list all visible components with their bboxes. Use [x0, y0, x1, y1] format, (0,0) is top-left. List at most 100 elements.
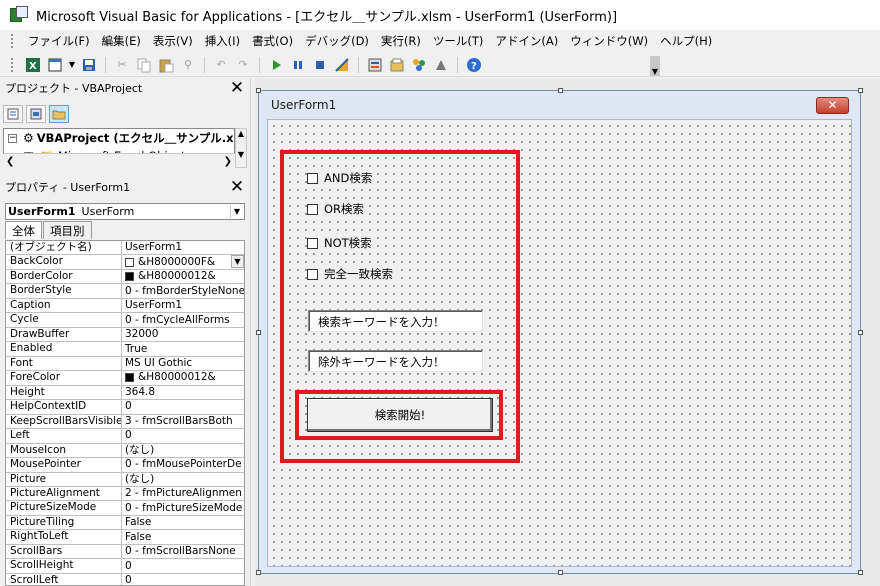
property-value[interactable]: False [122, 530, 244, 543]
property-value[interactable]: 0 - fmPictureSizeMode [122, 501, 244, 514]
userform-close-icon[interactable]: ✕ [816, 97, 849, 114]
chevron-down-icon[interactable]: ▼ [230, 205, 243, 218]
property-row[interactable]: ScrollHeight 0 [6, 559, 244, 574]
copy-icon[interactable] [135, 56, 153, 74]
menu-grip[interactable] [10, 33, 14, 49]
property-value[interactable]: (なし) [122, 473, 244, 486]
property-row[interactable]: Cycle 0 - fmCycleAllForms [6, 313, 244, 328]
menu-tools[interactable]: ツール(T) [427, 33, 490, 49]
scroll-left-icon[interactable]: ❮ [6, 156, 14, 167]
tree-item-vbaproject[interactable]: − ⚙ VBAProject (エクセル＿サンプル.xls [4, 129, 234, 147]
search-keyword-input[interactable]: 検索キーワードを入力！ [308, 310, 483, 332]
scroll-down-icon[interactable]: ▼ [236, 150, 246, 159]
exclude-keyword-input[interactable]: 除外キーワードを入力！ [308, 350, 483, 372]
insert-icon[interactable] [46, 56, 64, 74]
resize-handle[interactable] [256, 330, 261, 335]
chevron-down-icon[interactable]: ▼ [231, 255, 244, 269]
property-value[interactable]: &H80000012& [122, 371, 244, 384]
property-value[interactable]: 2 - fmPictureAlignmen [122, 487, 244, 500]
property-row[interactable]: MousePointer 0 - fmMousePointerDe [6, 458, 244, 473]
redo-icon[interactable]: ↷ [234, 56, 252, 74]
property-value[interactable]: False [122, 516, 244, 529]
excel-icon[interactable]: X [24, 56, 42, 74]
checkbox-exact-match[interactable]: 完全一致検索 [307, 266, 397, 282]
property-value[interactable]: &H8000000F& ▼ [122, 255, 244, 269]
search-start-button[interactable]: 検索開始! [307, 398, 493, 432]
save-icon[interactable] [80, 56, 98, 74]
scroll-up-icon[interactable]: ▲ [236, 129, 246, 138]
property-value[interactable]: MS UI Gothic [122, 357, 244, 370]
property-value[interactable]: 0 [122, 400, 244, 413]
toolbox-icon[interactable] [432, 56, 450, 74]
property-row[interactable]: RightToLeft False [6, 530, 244, 545]
property-row[interactable]: ForeColor &H80000012& [6, 371, 244, 386]
property-value[interactable]: 0 - fmMousePointerDe [122, 458, 244, 471]
properties-icon[interactable] [388, 56, 406, 74]
property-row[interactable]: BorderColor &H80000012& [6, 269, 244, 285]
toolbar-options-icon[interactable]: ▼ [650, 56, 660, 76]
design-mode-icon[interactable] [333, 56, 351, 74]
property-row[interactable]: BorderStyle 0 - fmBorderStyleNone [6, 284, 244, 299]
resize-handle[interactable] [256, 570, 261, 575]
property-row[interactable]: (オブジェクト名) UserForm1 [6, 241, 244, 256]
tree-collapse-icon[interactable]: − [8, 133, 17, 143]
menu-file[interactable]: ファイル(F) [22, 33, 96, 49]
userform-client-area[interactable]: AND検索 OR検索 NOT検索 完全一致検索 検索キーワードを入力！ 除外キー… [267, 119, 852, 567]
resize-handle[interactable] [858, 88, 863, 93]
property-row[interactable]: MouseIcon (なし) [6, 443, 244, 459]
checkbox-box[interactable] [307, 172, 318, 184]
project-tree-vertical-scrollbar[interactable]: ▲ ▼ [235, 128, 247, 168]
menu-addins[interactable]: アドイン(A) [489, 33, 564, 49]
object-selector[interactable]: UserForm1 UserForm ▼ [5, 203, 245, 220]
toolbar-grip[interactable] [10, 56, 14, 73]
checkbox-box[interactable] [307, 203, 318, 215]
undo-icon[interactable]: ↶ [212, 56, 230, 74]
property-value[interactable]: 0 - fmBorderStyleNone [122, 284, 244, 297]
property-row[interactable]: Caption UserForm1 [6, 298, 244, 314]
resize-handle[interactable] [558, 570, 563, 575]
tab-alphabetic[interactable]: 全体 [5, 221, 42, 239]
menu-edit[interactable]: 編集(E) [96, 33, 147, 49]
paste-icon[interactable] [157, 56, 175, 74]
checkbox-and[interactable]: AND検索 [307, 170, 377, 186]
menu-view[interactable]: 表示(V) [147, 33, 199, 49]
checkbox-box[interactable] [307, 268, 318, 280]
menu-debug[interactable]: デバッグ(D) [299, 33, 375, 49]
run-icon[interactable] [267, 56, 285, 74]
menu-format[interactable]: 書式(O) [246, 33, 299, 49]
property-row[interactable]: Picture (なし) [6, 472, 244, 487]
checkbox-or[interactable]: OR検索 [307, 201, 369, 217]
checkbox-not[interactable]: NOT検索 [307, 235, 376, 251]
resize-handle[interactable] [558, 88, 563, 93]
userform-window[interactable]: UserForm1 ✕ AND検索 OR検索 NOT検索 完全一致検索 検索キー… [256, 88, 863, 575]
help-icon[interactable]: ? [465, 56, 483, 74]
property-row[interactable]: HelpContextID 0 [6, 400, 244, 415]
properties-pane-close-icon[interactable]: ✕ [229, 178, 245, 196]
menu-window[interactable]: ウィンドウ(W) [564, 33, 654, 49]
find-icon[interactable]: ⚲ [179, 56, 197, 74]
property-row[interactable]: Height 364.8 [6, 385, 244, 401]
break-icon[interactable] [289, 56, 307, 74]
property-row[interactable]: BackColor &H8000000F& ▼ [6, 255, 244, 270]
property-value[interactable]: &H80000012& [122, 270, 244, 283]
checkbox-box[interactable] [307, 237, 318, 249]
reset-icon[interactable] [311, 56, 329, 74]
property-row[interactable]: PictureAlignment 2 - fmPictureAlignmen [6, 486, 244, 502]
menu-run[interactable]: 実行(R) [375, 33, 427, 49]
property-value[interactable]: 0 - fmCycleAllForms [122, 313, 244, 326]
cut-icon[interactable]: ✂ [113, 56, 131, 74]
scroll-right-icon[interactable]: ❯ [224, 156, 232, 167]
property-value[interactable]: (なし) [122, 444, 244, 457]
object-browser-icon[interactable] [410, 56, 428, 74]
property-row[interactable]: ScrollBars 0 - fmScrollBarsNone [6, 544, 244, 560]
project-explorer-icon[interactable] [366, 56, 384, 74]
property-value[interactable]: UserForm1 [122, 299, 244, 312]
property-value[interactable]: 32000 [122, 328, 244, 341]
property-value[interactable]: True [122, 342, 244, 355]
property-row[interactable]: Enabled True [6, 342, 244, 357]
property-row[interactable]: KeepScrollBarsVisible 3 - fmScrollBarsBot… [6, 414, 244, 430]
tab-categorized[interactable]: 項目別 [43, 221, 92, 239]
toggle-folders-icon[interactable] [49, 105, 69, 123]
property-value[interactable]: 0 - fmScrollBarsNone [122, 545, 244, 558]
property-value[interactable]: 3 - fmScrollBarsBoth [122, 415, 244, 428]
